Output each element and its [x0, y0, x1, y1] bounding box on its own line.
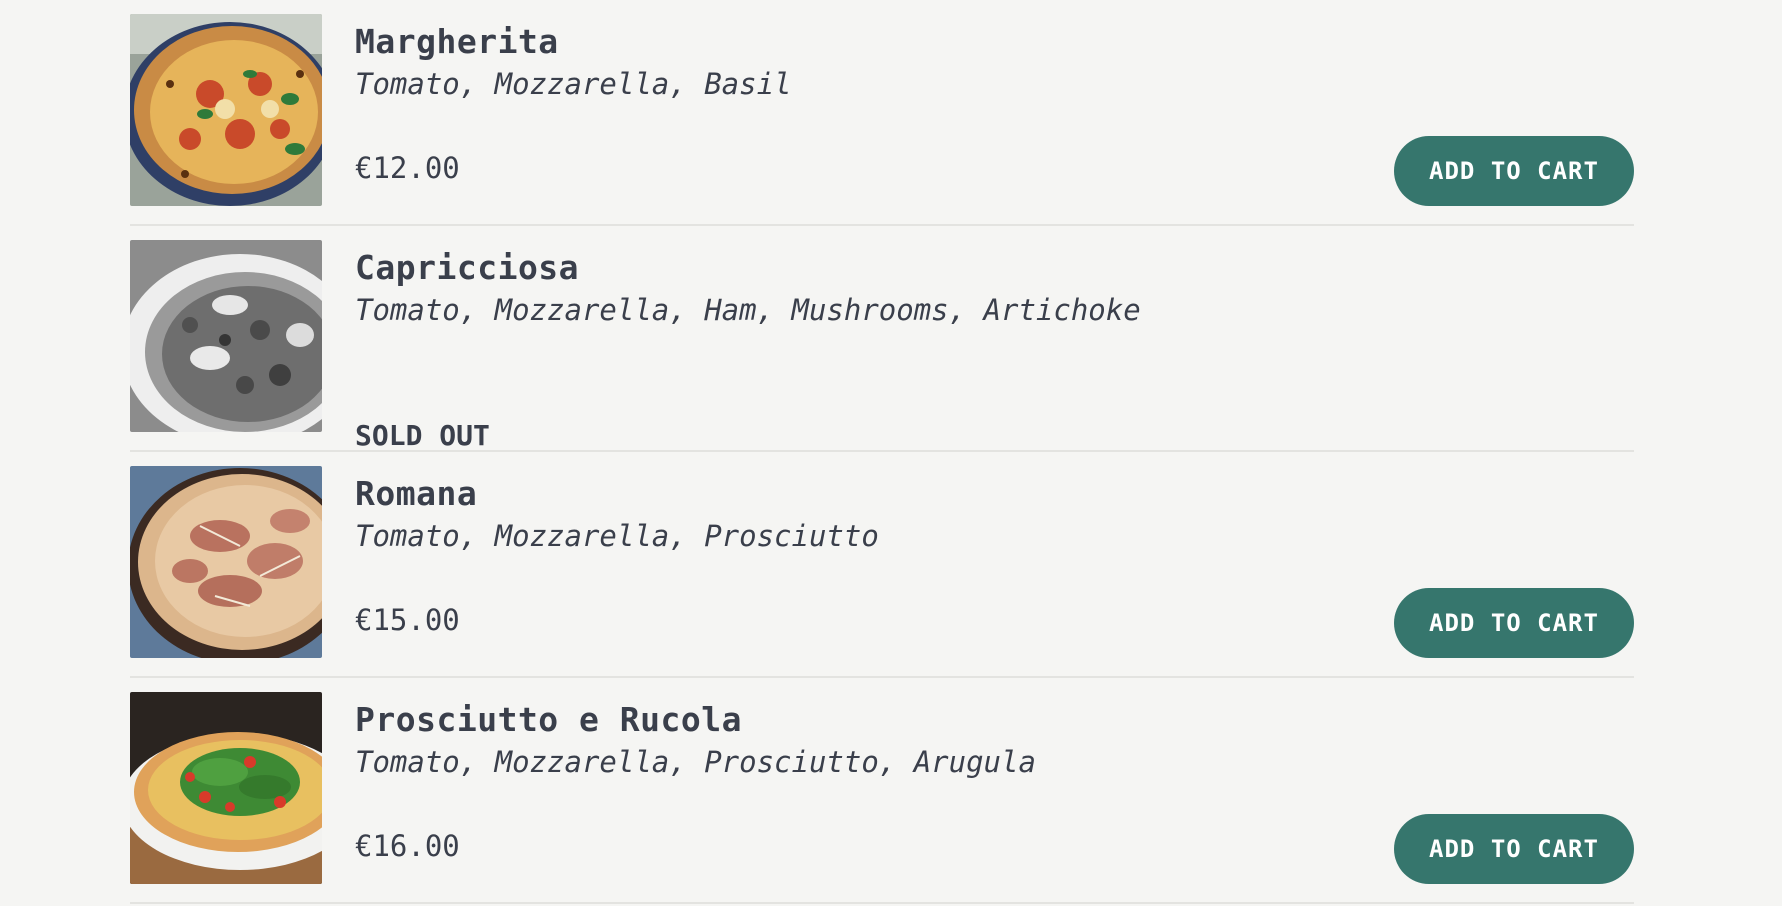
item-info: Prosciutto e Rucola Tomato, Mozzarella, … — [355, 700, 1634, 902]
item-info: Margherita Tomato, Mozzarella, Basil €12… — [355, 22, 1634, 224]
add-to-cart-button[interactable]: ADD TO CART — [1394, 588, 1634, 658]
item-info: Romana Tomato, Mozzarella, Prosciutto €1… — [355, 474, 1634, 676]
item-ingredients: Tomato, Mozzarella, Prosciutto, Arugula — [355, 745, 1036, 779]
item-price: €15.00 — [355, 603, 460, 637]
item-info: Capricciosa Tomato, Mozzarella, Ham, Mus… — [355, 248, 1634, 452]
item-ingredients: Tomato, Mozzarella, Ham, Mushrooms, Arti… — [355, 293, 1141, 327]
add-to-cart-button[interactable]: ADD TO CART — [1394, 814, 1634, 884]
item-price: €16.00 — [355, 829, 460, 863]
menu-item-capricciosa: Capricciosa Tomato, Mozzarella, Ham, Mus… — [130, 226, 1634, 452]
item-name: Capricciosa — [355, 248, 580, 287]
add-to-cart-button[interactable]: ADD TO CART — [1394, 136, 1634, 206]
menu-item-prosciutto-e-rucola: Prosciutto e Rucola Tomato, Mozzarella, … — [130, 678, 1634, 904]
item-price: €12.00 — [355, 151, 460, 185]
item-name: Prosciutto e Rucola — [355, 700, 742, 739]
pizza-photo-capricciosa — [130, 240, 322, 432]
item-name: Romana — [355, 474, 478, 513]
item-ingredients: Tomato, Mozzarella, Basil — [355, 67, 792, 101]
pizza-photo-margherita — [130, 14, 322, 206]
item-ingredients: Tomato, Mozzarella, Prosciutto — [355, 519, 879, 553]
pizza-photo-romana — [130, 466, 322, 658]
sold-out-label: SOLD OUT — [355, 419, 490, 452]
menu-item-romana: Romana Tomato, Mozzarella, Prosciutto €1… — [130, 452, 1634, 678]
pizza-photo-prosciutto-e-rucola — [130, 692, 322, 884]
pizza-menu-list: Margherita Tomato, Mozzarella, Basil €12… — [130, 0, 1634, 904]
item-name: Margherita — [355, 22, 559, 61]
menu-item-margherita: Margherita Tomato, Mozzarella, Basil €12… — [130, 0, 1634, 226]
